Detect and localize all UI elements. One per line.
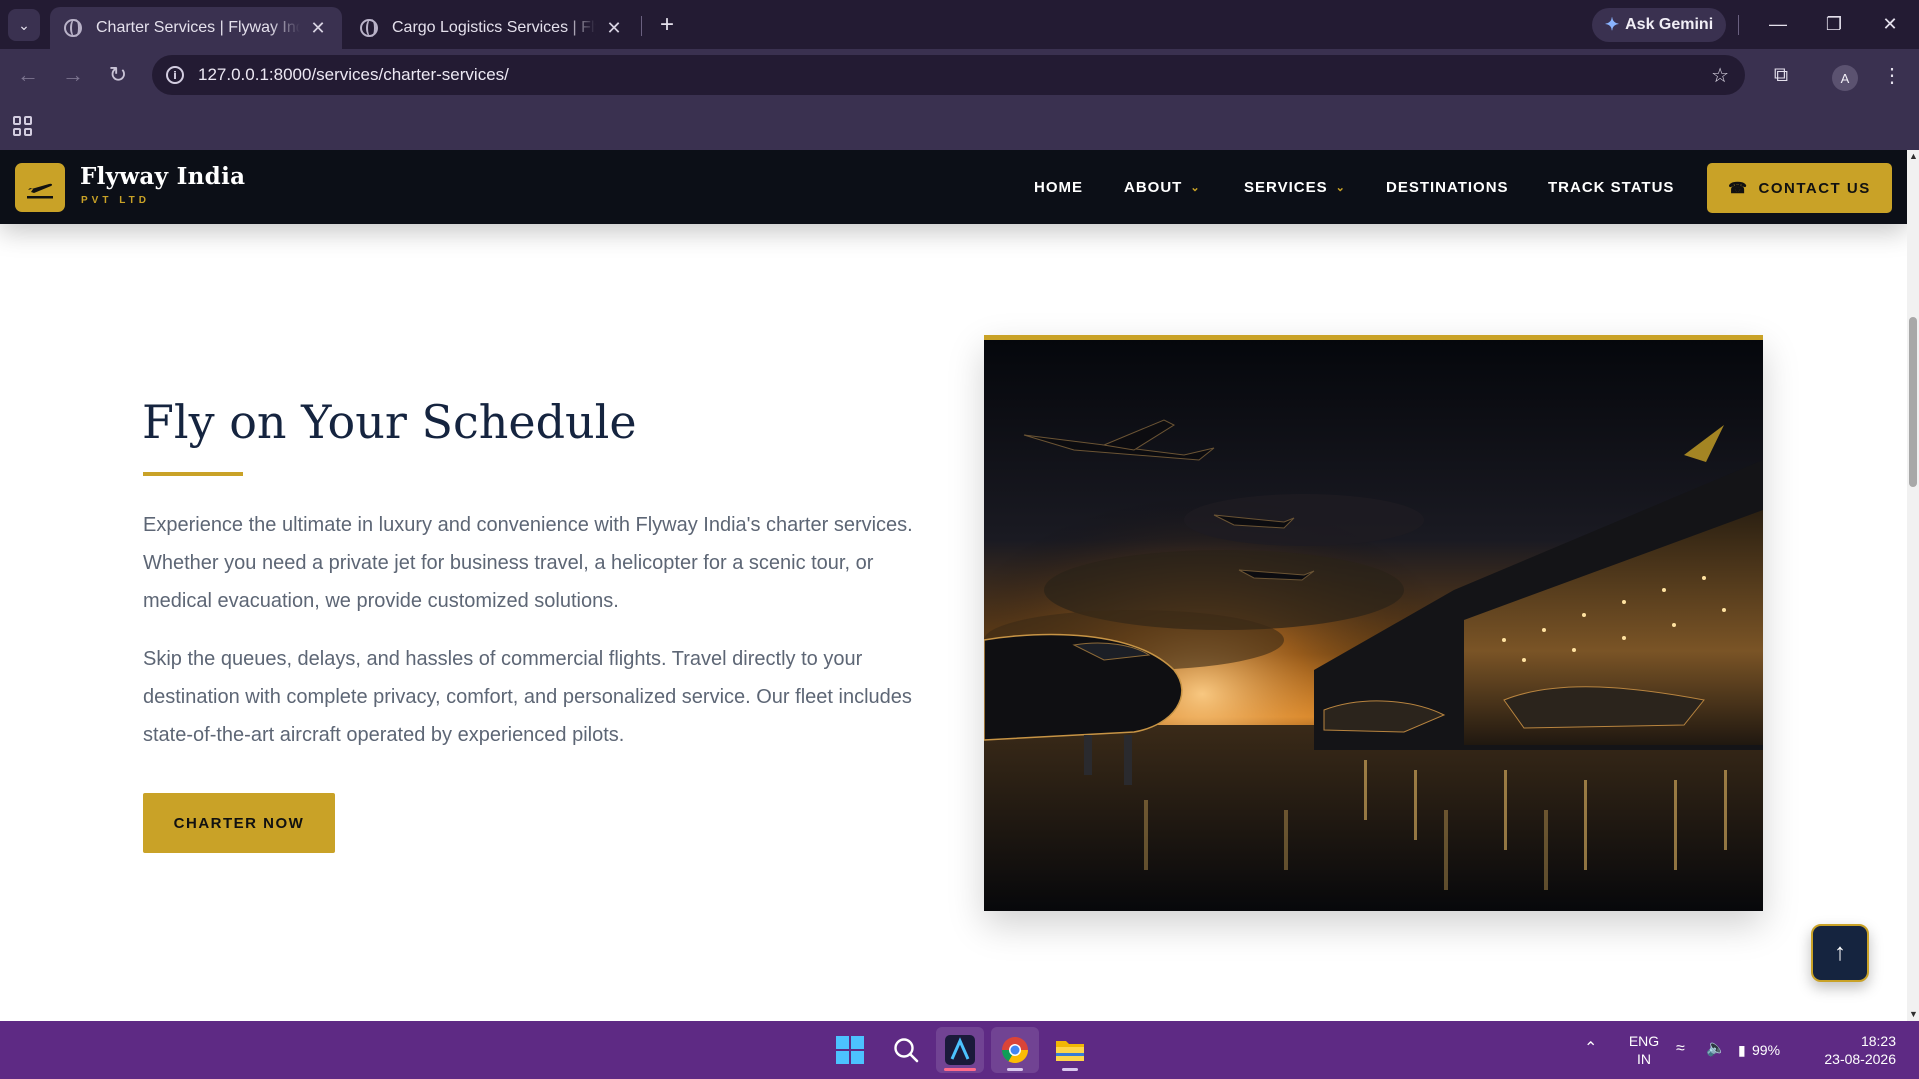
wifi-icon[interactable]: ≈: [1676, 1040, 1685, 1058]
bookmark-star-icon[interactable]: ☆: [1711, 63, 1729, 88]
url-text[interactable]: 127.0.0.1:8000/services/charter-services…: [198, 65, 1711, 85]
scroll-down-arrow-icon[interactable]: ▼: [1909, 1010, 1918, 1019]
tab-title: Charter Services | Flyway India Pvt Ltd: [96, 19, 300, 36]
volume-icon[interactable]: 🔈: [1706, 1040, 1726, 1058]
page-title: Fly on Your Schedule: [142, 395, 637, 449]
tab-divider: [641, 16, 642, 36]
page-scrollbar[interactable]: ▲ ▼: [1907, 150, 1919, 1021]
new-tab-plus-icon[interactable]: +: [652, 9, 682, 41]
minimize-icon[interactable]: —: [1758, 7, 1798, 41]
browser-toolbar: ← → ↻ i 127.0.0.1:8000/services/charter-…: [0, 49, 1919, 101]
plane-logo-icon[interactable]: [15, 163, 65, 212]
windows-start-icon[interactable]: [826, 1027, 874, 1073]
page-viewport: Flyway India PVT LTD HOME ABOUT ⌄ SERVIC…: [0, 150, 1907, 1021]
gemini-spark-icon: ✦: [1604, 15, 1620, 34]
active-app-indicator: [944, 1068, 976, 1071]
ask-gemini-label: Ask Gemini: [1625, 16, 1714, 33]
nav-home-label: HOME: [1034, 178, 1083, 196]
site-header: Flyway India PVT LTD HOME ABOUT ⌄ SERVIC…: [0, 150, 1907, 224]
clock-date: 23-08-2026: [1824, 1051, 1896, 1067]
nav-about[interactable]: ABOUT ⌄: [1124, 150, 1201, 224]
extensions-puzzle-icon[interactable]: ⧉: [1765, 59, 1797, 91]
nav-track-status-label: TRACK STATUS: [1548, 178, 1675, 196]
browser-menu-icon[interactable]: ⋮: [1876, 59, 1908, 91]
globe-icon: [360, 19, 378, 37]
nav-destinations[interactable]: DESTINATIONS: [1386, 150, 1509, 224]
chevron-down-icon: ⌄: [1335, 181, 1346, 194]
tab-search-chevron-icon[interactable]: ⌄: [8, 9, 40, 41]
charter-jets-image: [984, 335, 1763, 911]
tab-title: Cargo Logistics Services | Flyway India …: [392, 19, 596, 36]
running-app-indicator: [1007, 1068, 1023, 1071]
apps-grid-icon[interactable]: [13, 116, 33, 136]
site-info-icon[interactable]: i: [166, 66, 184, 84]
headset-icon: ☎: [1728, 180, 1749, 197]
nav-services-label: SERVICES: [1244, 178, 1328, 196]
profile-avatar[interactable]: A: [1832, 65, 1858, 91]
close-tab-icon[interactable]: ✕: [604, 18, 624, 39]
tab-cargo-logistics[interactable]: Cargo Logistics Services | Flyway India …: [346, 7, 638, 49]
globe-icon: [64, 19, 82, 37]
nav-about-label: ABOUT: [1124, 178, 1183, 196]
scroll-up-arrow-icon[interactable]: ▲: [1909, 152, 1918, 161]
intro-paragraph: Experience the ultimate in luxury and co…: [143, 514, 913, 612]
nav-home[interactable]: HOME: [1034, 150, 1083, 224]
running-app-indicator: [1062, 1068, 1078, 1071]
arc-app-icon[interactable]: [936, 1027, 984, 1073]
clock[interactable]: 18:23 23-08-2026: [1812, 1032, 1896, 1068]
close-window-icon[interactable]: ✕: [1870, 7, 1910, 41]
nav-track-status[interactable]: TRACK STATUS: [1548, 150, 1674, 224]
chevron-down-icon: ⌄: [1190, 181, 1201, 194]
back-arrow-icon[interactable]: ←: [12, 59, 44, 91]
clock-time: 18:23: [1860, 1033, 1896, 1049]
battery-percentage: 99%: [1752, 1042, 1781, 1058]
windows-taskbar: ⌃ ENG IN ≈ 🔈 ▮ 99% 18:23 23-08-2026: [0, 1021, 1919, 1079]
nav-services[interactable]: SERVICES ⌄: [1244, 150, 1346, 224]
title-underline: [143, 472, 243, 476]
file-explorer-icon[interactable]: [1046, 1027, 1094, 1073]
battery-charging-icon[interactable]: ▮: [1738, 1041, 1746, 1059]
show-hidden-icons-chevron-icon[interactable]: ⌃: [1584, 1040, 1597, 1058]
forward-arrow-icon[interactable]: →: [57, 59, 89, 91]
divider: [1738, 15, 1739, 35]
reload-icon[interactable]: ↻: [102, 59, 134, 91]
language-code: ENG: [1628, 1033, 1660, 1049]
language-indicator[interactable]: ENG IN: [1626, 1032, 1662, 1068]
chrome-icon[interactable]: [991, 1027, 1039, 1073]
charter-now-button[interactable]: CHARTER NOW: [143, 793, 335, 853]
details-paragraph: Skip the queues, delays, and hassles of …: [143, 648, 912, 746]
brand-subtitle: PVT LTD: [81, 195, 150, 206]
contact-us-label: CONTACT US: [1758, 179, 1871, 197]
restore-window-icon[interactable]: ❐: [1814, 7, 1854, 41]
search-icon[interactable]: [882, 1027, 930, 1073]
brand-name[interactable]: Flyway India: [80, 163, 245, 190]
browser-tab-bar: ⌄ Charter Services | Flyway India Pvt Lt…: [0, 0, 1919, 49]
nav-destinations-label: DESTINATIONS: [1386, 178, 1509, 196]
tab-charter-services[interactable]: Charter Services | Flyway India Pvt Ltd …: [50, 7, 342, 49]
address-bar[interactable]: i 127.0.0.1:8000/services/charter-servic…: [152, 55, 1745, 95]
bookmarks-bar: [0, 101, 1919, 150]
close-tab-icon[interactable]: ✕: [308, 18, 328, 39]
ask-gemini-button[interactable]: ✦ Ask Gemini: [1592, 8, 1726, 42]
region-code: IN: [1637, 1051, 1651, 1067]
contact-us-button[interactable]: ☎ CONTACT US: [1707, 163, 1892, 213]
scrollbar-thumb[interactable]: [1909, 317, 1917, 487]
back-to-top-arrow-icon[interactable]: ↑: [1811, 924, 1869, 982]
